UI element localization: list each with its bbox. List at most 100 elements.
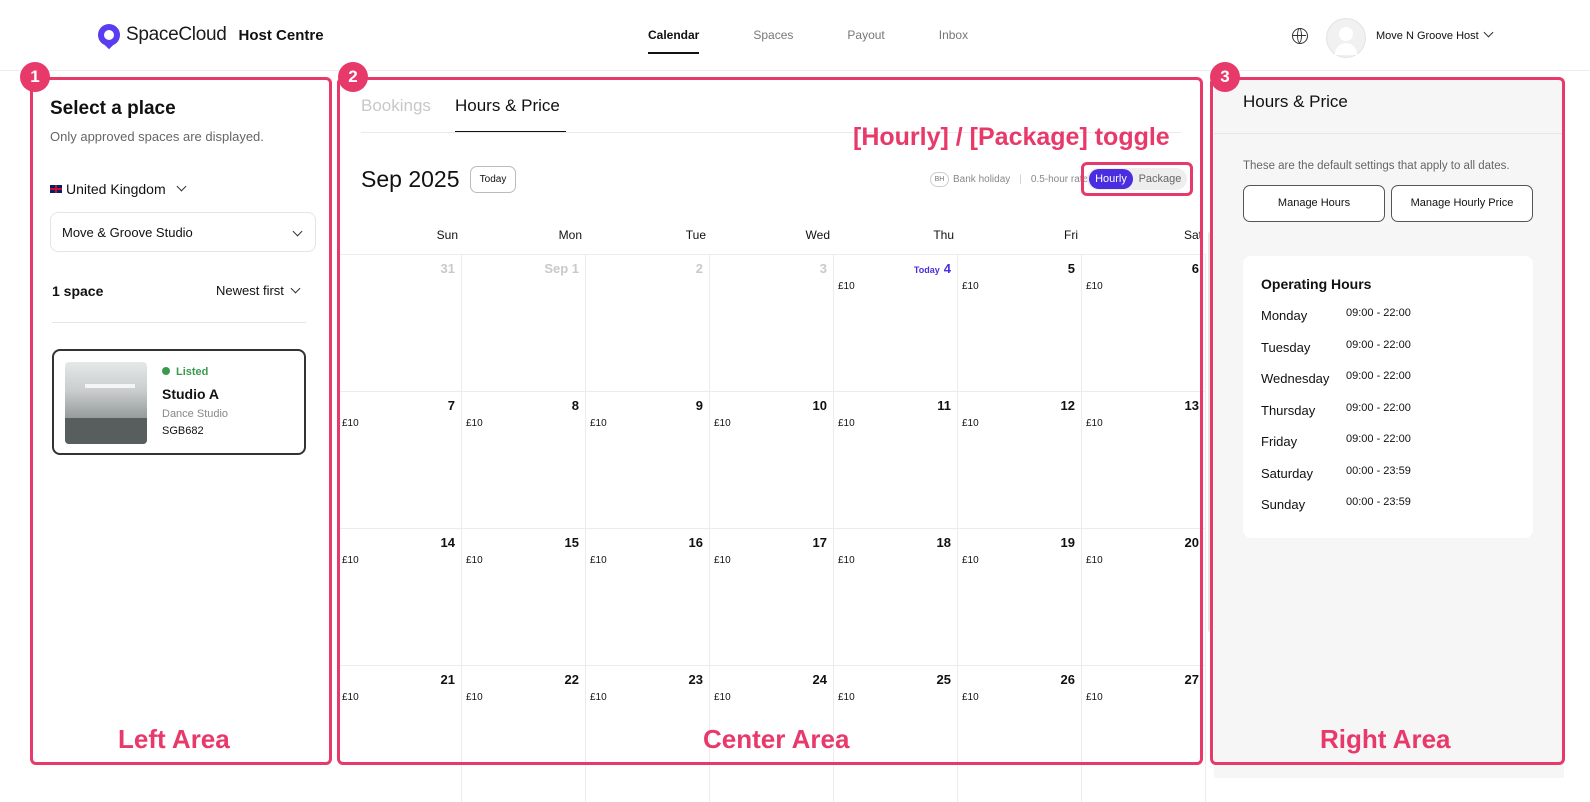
operating-hours-title: Operating Hours <box>1261 276 1372 292</box>
main-nav: Calendar Spaces Payout Inbox <box>648 28 1022 54</box>
day-number: 19 <box>1061 535 1075 550</box>
badge-1: 1 <box>20 62 50 92</box>
space-card[interactable]: Listed Studio A Dance Studio SGB682 <box>52 349 306 455</box>
chevron-down-icon <box>176 181 187 191</box>
nav-spaces[interactable]: Spaces <box>753 28 793 54</box>
bank-holiday-icon: BH <box>930 172 949 187</box>
day-price: £10 <box>838 418 855 429</box>
manage-hours-button[interactable]: Manage Hours <box>1243 185 1385 222</box>
weekday-header-sun: Sun <box>436 228 458 242</box>
calendar-day-cell[interactable]: 16 £10 <box>586 528 710 665</box>
day-number-value: 5 <box>1067 261 1075 276</box>
calendar-day-cell[interactable]: 19 £10 <box>958 528 1082 665</box>
day-number: 9 <box>696 398 703 413</box>
nav-payout[interactable]: Payout <box>847 28 884 54</box>
toggle-annotation: [Hourly] / [Package] toggle <box>853 123 1170 151</box>
calendar-day-cell[interactable]: 26 £10 <box>958 665 1082 802</box>
hours-time: 00:00 - 23:59 <box>1346 464 1411 477</box>
day-number: 6 <box>1192 261 1199 276</box>
day-price: £10 <box>466 418 483 429</box>
calendar-day-cell[interactable]: 23 £10 <box>586 665 710 802</box>
calendar-day-cell[interactable]: 6 £10 <box>1082 254 1206 391</box>
hours-day: Monday <box>1261 308 1308 323</box>
sort-label: Newest first <box>216 283 284 298</box>
spacecloud-logo-icon <box>98 24 120 46</box>
user-name: Move N Groove Host <box>1376 30 1479 42</box>
space-code: SGB682 <box>162 425 204 437</box>
day-number-value: 20 <box>1184 535 1199 550</box>
calendar-day-cell[interactable]: 21 £10 <box>338 665 462 802</box>
manage-hourly-price-button[interactable]: Manage Hourly Price <box>1391 185 1533 222</box>
calendar-day-cell[interactable]: 9 £10 <box>586 391 710 528</box>
day-number-value: 4 <box>943 261 951 276</box>
calendar-day-cell[interactable]: 5 £10 <box>958 254 1082 391</box>
chevron-down-icon <box>1483 27 1494 38</box>
calendar-day-cell[interactable]: 10 £10 <box>710 391 834 528</box>
today-button[interactable]: Today <box>470 166 516 193</box>
day-number-value: 12 <box>1060 398 1075 413</box>
calendar-day-cell[interactable]: 20 £10 <box>1082 528 1206 665</box>
right-divider <box>1214 133 1564 134</box>
brand-logo[interactable]: SpaceCloud Host Centre <box>98 24 324 46</box>
select-place-title: Select a place <box>50 98 176 119</box>
day-price: £10 <box>342 418 359 429</box>
day-number: 3 <box>820 261 827 276</box>
day-number-value: 16 <box>688 535 703 550</box>
calendar-day-cell[interactable]: Sep 1 <box>462 254 586 391</box>
day-number: 20 <box>1185 535 1199 550</box>
day-number: 16 <box>689 535 703 550</box>
day-number-value: 26 <box>1060 672 1075 687</box>
day-price: £10 <box>342 555 359 566</box>
day-price: £10 <box>714 692 731 703</box>
calendar-day-cell[interactable]: 18 £10 <box>834 528 958 665</box>
right-area-label: Right Area <box>1320 724 1451 754</box>
calendar-day-cell[interactable]: 25 £10 <box>834 665 958 802</box>
day-price: £10 <box>466 692 483 703</box>
today-label: Today <box>913 265 940 275</box>
nav-inbox[interactable]: Inbox <box>939 28 968 54</box>
day-number-value: 7 <box>447 398 455 413</box>
calendar-day-cell[interactable]: 12 £10 <box>958 391 1082 528</box>
calendar-day-cell[interactable]: 2 <box>586 254 710 391</box>
day-number: 25 <box>937 672 951 687</box>
select-place-subtitle: Only approved spaces are displayed. <box>50 129 264 144</box>
day-price: £10 <box>962 281 979 292</box>
calendar-day-cell[interactable]: 11 £10 <box>834 391 958 528</box>
tab-bookings[interactable]: Bookings <box>361 96 431 116</box>
country-selector[interactable]: United Kingdom <box>50 181 187 197</box>
hours-time: 09:00 - 22:00 <box>1346 401 1411 414</box>
calendar-day-cell[interactable]: 17 £10 <box>710 528 834 665</box>
day-number: Sep 1 <box>544 261 579 276</box>
calendar-day-cell[interactable]: 22 £10 <box>462 665 586 802</box>
user-menu[interactable]: Move N Groove Host <box>1376 27 1494 42</box>
calendar-day-cell[interactable]: 13 £10 <box>1082 391 1206 528</box>
calendar-day-cell[interactable]: 3 <box>710 254 834 391</box>
day-price: £10 <box>1086 281 1103 292</box>
day-price: £10 <box>1086 692 1103 703</box>
calendar-day-cell[interactable]: Today 4 £10 <box>834 254 958 391</box>
globe-icon[interactable] <box>1292 28 1308 44</box>
day-price: £10 <box>1086 418 1103 429</box>
calendar-day-cell[interactable]: 14 £10 <box>338 528 462 665</box>
calendar-day-cell[interactable]: 8 £10 <box>462 391 586 528</box>
hours-day: Friday <box>1261 434 1298 449</box>
calendar-day-cell[interactable]: 15 £10 <box>462 528 586 665</box>
space-type: Dance Studio <box>162 408 229 420</box>
day-price: £10 <box>838 281 855 292</box>
calendar-day-cell[interactable]: 27 £10 <box>1082 665 1206 802</box>
nav-calendar[interactable]: Calendar <box>648 28 700 54</box>
calendar-day-cell[interactable]: 31 <box>338 254 462 391</box>
day-number-value: 15 <box>564 535 579 550</box>
day-price: £10 <box>590 692 607 703</box>
sort-dropdown[interactable]: Newest first <box>216 283 301 298</box>
calendar-day-cell[interactable]: 7 £10 <box>338 391 462 528</box>
tab-hours-price[interactable]: Hours & Price <box>455 96 560 116</box>
day-price: £10 <box>838 692 855 703</box>
day-number: 17 <box>813 535 827 550</box>
studio-select[interactable]: Move & Groove Studio <box>50 212 316 252</box>
weekday-header-mon: Mon <box>558 228 582 242</box>
calendar-scrollbar[interactable] <box>1208 232 1212 632</box>
day-number-value: 21 <box>440 672 455 687</box>
avatar[interactable] <box>1326 18 1366 58</box>
toggle-annotation-outline <box>1081 162 1193 196</box>
